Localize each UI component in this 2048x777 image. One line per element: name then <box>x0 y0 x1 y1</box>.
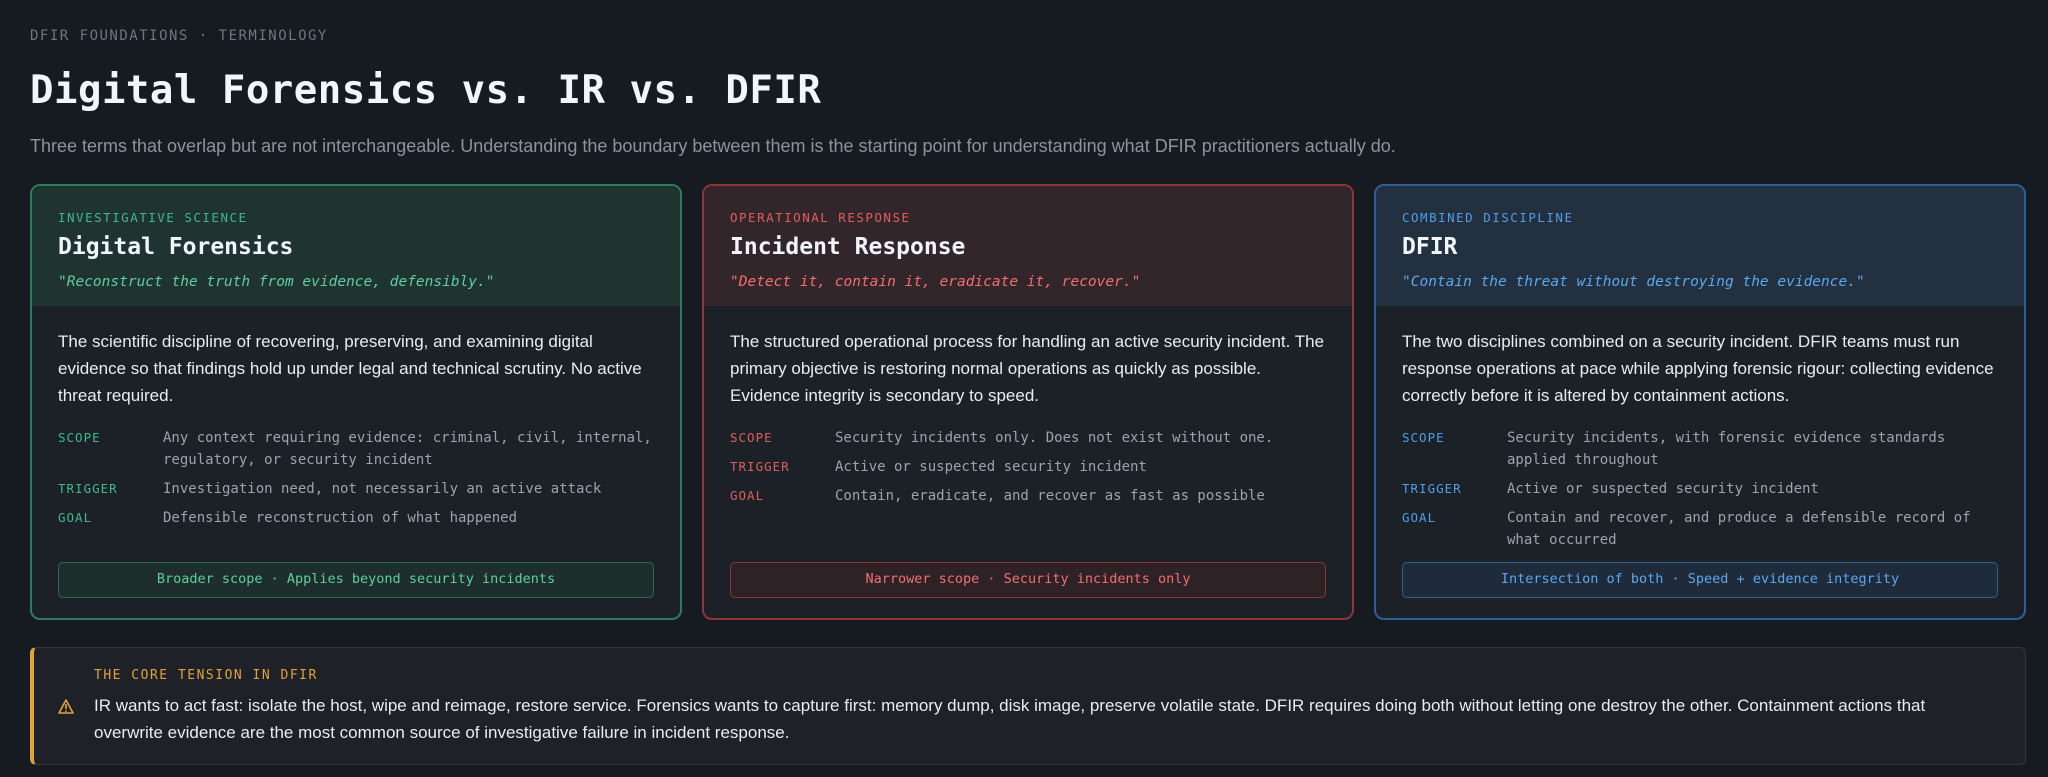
attribute-key: SCOPE <box>58 430 101 445</box>
attribute-row-trigger: TRIGGER Active or suspected security inc… <box>1402 478 1998 500</box>
attribute-key: TRIGGER <box>1402 481 1462 496</box>
page: DFIR FOUNDATIONS · TERMINOLOGY Digital F… <box>0 0 2048 777</box>
card-footer-badge: Narrower scope · Security incidents only <box>730 562 1326 598</box>
card-dfir: COMBINED DISCIPLINE DFIR "Contain the th… <box>1374 184 2026 620</box>
attribute-value: Active or suspected security incident <box>835 459 1147 475</box>
card-quote: "Contain the threat without destroying t… <box>1402 274 1865 290</box>
callout-content: THE CORE TENSION IN DFIR IR wants to act… <box>94 668 1995 764</box>
card-body: The two disciplines combined on a securi… <box>1376 306 2024 551</box>
card-title: Incident Response <box>730 234 966 260</box>
page-title: Digital Forensics vs. IR vs. DFIR <box>30 68 822 113</box>
card-description: The two disciplines combined on a securi… <box>1402 332 1994 405</box>
callout-text: IR wants to act fast: isolate the host, … <box>94 696 1926 742</box>
attribute-row-trigger: TRIGGER Investigation need, not necessar… <box>58 478 654 500</box>
card-quote: "Reconstruct the truth from evidence, de… <box>58 274 495 290</box>
card-kicker: OPERATIONAL RESPONSE <box>730 210 911 225</box>
card-kicker: COMBINED DISCIPLINE <box>1402 210 1574 225</box>
card-kicker: INVESTIGATIVE SCIENCE <box>58 210 248 225</box>
card-attributes: SCOPE Any context requiring evidence: cr… <box>58 427 654 529</box>
attribute-row-goal: GOAL Defensible reconstruction of what h… <box>58 507 654 529</box>
attribute-key: SCOPE <box>1402 430 1445 445</box>
attribute-value: Contain, eradicate, and recover as fast … <box>835 488 1265 504</box>
card-quote: "Detect it, contain it, eradicate it, re… <box>730 274 1141 290</box>
warning-icon <box>58 668 94 764</box>
card-header: COMBINED DISCIPLINE DFIR "Contain the th… <box>1376 186 2024 306</box>
attribute-row-scope: SCOPE Security incidents, with forensic … <box>1402 427 1998 471</box>
attribute-value: Security incidents only. Does not exist … <box>835 430 1274 446</box>
attribute-row-goal: GOAL Contain, eradicate, and recover as … <box>730 485 1326 507</box>
attribute-value: Contain and recover, and produce a defen… <box>1507 510 1971 548</box>
attribute-key: TRIGGER <box>730 459 790 474</box>
attribute-row-scope: SCOPE Any context requiring evidence: cr… <box>58 427 654 471</box>
eyebrow: DFIR FOUNDATIONS · TERMINOLOGY <box>30 28 328 44</box>
card-footer-badge: Broader scope · Applies beyond security … <box>58 562 654 598</box>
page-subtitle: Three terms that overlap but are not int… <box>30 136 1396 156</box>
card-title: DFIR <box>1402 234 1458 260</box>
card-footer-badge: Intersection of both · Speed + evidence … <box>1402 562 1998 598</box>
card-incident-response: OPERATIONAL RESPONSE Incident Response "… <box>702 184 1354 620</box>
attribute-key: GOAL <box>1402 510 1437 525</box>
card-attributes: SCOPE Security incidents only. Does not … <box>730 427 1326 507</box>
card-title: Digital Forensics <box>58 234 294 260</box>
card-description: The structured operational process for h… <box>730 332 1325 405</box>
comparison-cards: INVESTIGATIVE SCIENCE Digital Forensics … <box>30 184 2026 620</box>
card-header: INVESTIGATIVE SCIENCE Digital Forensics … <box>32 186 680 306</box>
attribute-row-scope: SCOPE Security incidents only. Does not … <box>730 427 1326 449</box>
card-body: The scientific discipline of recovering,… <box>32 306 680 529</box>
attribute-value: Defensible reconstruction of what happen… <box>163 510 518 526</box>
attribute-key: GOAL <box>58 510 93 525</box>
attribute-key: TRIGGER <box>58 481 118 496</box>
attribute-value: Investigation need, not necessarily an a… <box>163 481 602 497</box>
callout-kicker: THE CORE TENSION IN DFIR <box>94 668 318 683</box>
attribute-value: Security incidents, with forensic eviden… <box>1507 430 1946 468</box>
card-header: OPERATIONAL RESPONSE Incident Response "… <box>704 186 1352 306</box>
attribute-key: SCOPE <box>730 430 773 445</box>
card-description: The scientific discipline of recovering,… <box>58 332 642 405</box>
card-attributes: SCOPE Security incidents, with forensic … <box>1402 427 1998 551</box>
attribute-row-trigger: TRIGGER Active or suspected security inc… <box>730 456 1326 478</box>
card-body: The structured operational process for h… <box>704 306 1352 507</box>
attribute-value: Active or suspected security incident <box>1507 481 1819 497</box>
attribute-row-goal: GOAL Contain and recover, and produce a … <box>1402 507 1998 551</box>
card-digital-forensics: INVESTIGATIVE SCIENCE Digital Forensics … <box>30 184 682 620</box>
attribute-value: Any context requiring evidence: criminal… <box>163 430 652 468</box>
attribute-key: GOAL <box>730 488 765 503</box>
core-tension-callout: THE CORE TENSION IN DFIR IR wants to act… <box>30 647 2026 765</box>
